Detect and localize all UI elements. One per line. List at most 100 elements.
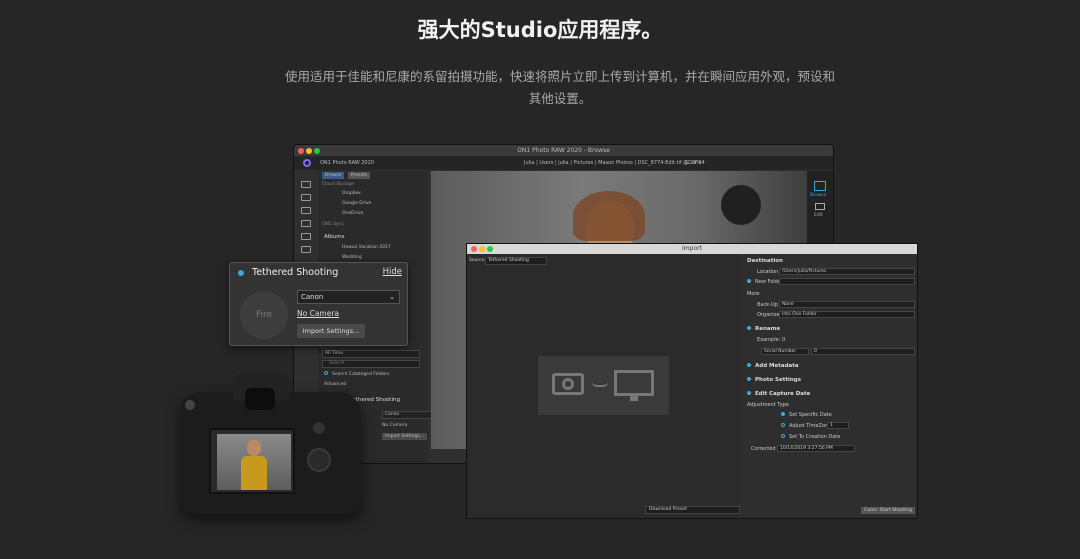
import-window: Import Source Tethered Shooting Download… <box>466 243 918 519</box>
serial-start-input[interactable]: 0 <box>811 348 915 355</box>
time-filter-select[interactable]: All Time <box>322 350 420 358</box>
no-camera-link[interactable]: No Camera <box>297 309 339 318</box>
cloud-icon[interactable] <box>301 233 311 240</box>
hide-link[interactable]: Hide <box>383 267 402 277</box>
destination-header: Destination <box>747 258 783 264</box>
new-folder-input[interactable] <box>779 278 915 285</box>
image-counter: 32 of 44 <box>684 160 705 166</box>
section-dot-icon <box>747 363 751 367</box>
albums-label[interactable]: Albums <box>324 234 345 240</box>
hero-subtitle: 使用适用于佳能和尼康的系留拍摄功能，快速将照片立即上传到计算机，并在瞬间应用外观… <box>284 69 835 106</box>
section-dot-icon <box>747 377 751 381</box>
drive-icon[interactable] <box>301 220 311 227</box>
radio-icon <box>781 423 785 427</box>
camera-icon[interactable] <box>301 194 311 201</box>
camera-lens-icon <box>562 378 574 390</box>
add-metadata-label: Add Metadata <box>755 363 799 369</box>
add-metadata-section[interactable]: Add Metadata <box>747 363 913 373</box>
import-preview-area: Source Tethered Shooting Download Preset <box>467 254 741 518</box>
adjust-timezone-label: Adjust TimeZone <box>789 423 832 429</box>
sync-header: ON1 Sync <box>322 222 345 227</box>
tab-presets[interactable]: Presets <box>347 172 371 179</box>
monitor-icon <box>614 370 654 396</box>
lcd-model-sweater <box>241 456 267 490</box>
breadcrumb: Julia | Users | julia | Pictures | Mason… <box>524 160 701 166</box>
ae-button-icon[interactable] <box>313 422 325 434</box>
play-button-icon[interactable] <box>185 400 195 410</box>
popup-title: Tethered Shooting <box>252 267 339 278</box>
photo-settings-section[interactable]: Photo Settings <box>747 377 913 387</box>
cloud-storage-header: Cloud Storage <box>322 182 354 187</box>
rename-label: Rename <box>755 326 781 332</box>
adjustment-type-label: Adjustment Type <box>747 402 789 408</box>
module-icons <box>298 177 314 259</box>
set-specific-date-label: Set Specific Date <box>789 412 832 418</box>
timezone-input[interactable]: 1 <box>827 422 849 429</box>
import-settings-button[interactable]: Import Settings... <box>382 433 428 440</box>
set-creation-date-option[interactable]: Set To Creation Date <box>781 434 913 444</box>
import-settings-panel: Destination Location /Users/julia/Pictur… <box>741 254 917 518</box>
more-toggle[interactable]: More <box>747 291 913 301</box>
cable-icon <box>592 382 608 387</box>
monitor-stand-icon <box>630 396 638 401</box>
folder-icon[interactable] <box>301 207 311 214</box>
browse-toolbar: ON1 Photo RAW 2020 Julia | Users | julia… <box>294 156 833 170</box>
serial-number-select[interactable]: Serial Number <box>761 348 809 355</box>
browse-title: ON1 Photo RAW 2020 - Browse <box>517 147 610 154</box>
lcd-image <box>217 434 291 490</box>
camera-illustration <box>181 370 361 520</box>
album-item[interactable]: Hawaii Vacation 2017 <box>342 245 391 250</box>
app-name: ON1 Photo RAW 2020 <box>320 160 374 166</box>
rename-example: Example: 0 <box>757 337 786 343</box>
section-dot-icon <box>747 391 751 395</box>
edit-capture-date-label: Edit Capture Date <box>755 391 811 397</box>
app-logo-icon <box>303 159 311 167</box>
edit-capture-date-section[interactable]: Edit Capture Date <box>747 391 913 401</box>
storage-onedrive[interactable]: OneDrive <box>342 211 363 216</box>
import-settings-button[interactable]: Import Settings... <box>297 324 365 338</box>
location-select[interactable]: /Users/julia/Pictures <box>779 268 915 275</box>
section-dot-icon <box>747 326 751 330</box>
photo-settings-label: Photo Settings <box>755 377 802 383</box>
rail-edit-label: Edit <box>814 213 823 218</box>
radio-icon <box>781 434 785 438</box>
no-camera-label: No Camera <box>382 423 408 428</box>
multi-selector-icon[interactable] <box>307 448 331 472</box>
set-specific-date-option[interactable]: Set Specific Date <box>781 412 913 422</box>
tethered-shooting-popup: Tethered Shooting Hide Fire Canon ⌄ No C… <box>229 262 408 346</box>
radio-selected-icon <box>747 279 751 283</box>
monitor-icon[interactable] <box>301 181 311 188</box>
browse-module-icon[interactable] <box>814 181 826 191</box>
viewfinder <box>245 388 275 410</box>
storage-dropbox[interactable]: Dropbox <box>342 191 361 196</box>
studio-light <box>721 185 761 225</box>
rail-browse-label: Browse <box>810 193 827 198</box>
browse-titlebar: ON1 Photo RAW 2020 - Browse <box>294 145 833 156</box>
source-select[interactable]: Tethered Shooting <box>485 257 547 265</box>
camera-brand-value: Canon <box>301 293 324 301</box>
storage-google-drive[interactable]: Google Drive <box>342 201 371 206</box>
camera-brand-select[interactable]: Canon ⌄ <box>297 290 400 304</box>
backup-select[interactable]: None <box>779 301 915 308</box>
tether-illustration <box>538 356 669 415</box>
organize-select[interactable]: Into One Folder <box>779 311 915 318</box>
rename-section[interactable]: Rename <box>747 326 913 336</box>
camera-lcd <box>209 428 295 494</box>
hero-title: 强大的Studio应用程序。 <box>417 18 663 42</box>
album-item[interactable]: Wedding <box>342 255 362 260</box>
start-shooting-button[interactable]: Start Shooting <box>876 507 915 514</box>
download-preset-select[interactable]: Download Preset <box>645 506 740 514</box>
tab-browse[interactable]: Browse <box>322 172 345 179</box>
fire-button[interactable]: Fire <box>240 291 288 339</box>
album-icon[interactable] <box>301 246 311 253</box>
edit-module-icon[interactable] <box>815 203 825 210</box>
corrected-date-input[interactable]: 10/14/2019 3:27:56 PM <box>777 445 855 452</box>
radio-selected-icon <box>781 412 785 416</box>
status-dot-icon <box>238 270 244 276</box>
model-hair <box>573 191 645 241</box>
import-title: Import <box>682 245 702 252</box>
search-input[interactable]: Search <box>322 360 420 368</box>
lcd-model-head <box>247 440 261 456</box>
set-creation-date-label: Set To Creation Date <box>789 434 841 440</box>
import-titlebar: Import <box>467 244 917 254</box>
